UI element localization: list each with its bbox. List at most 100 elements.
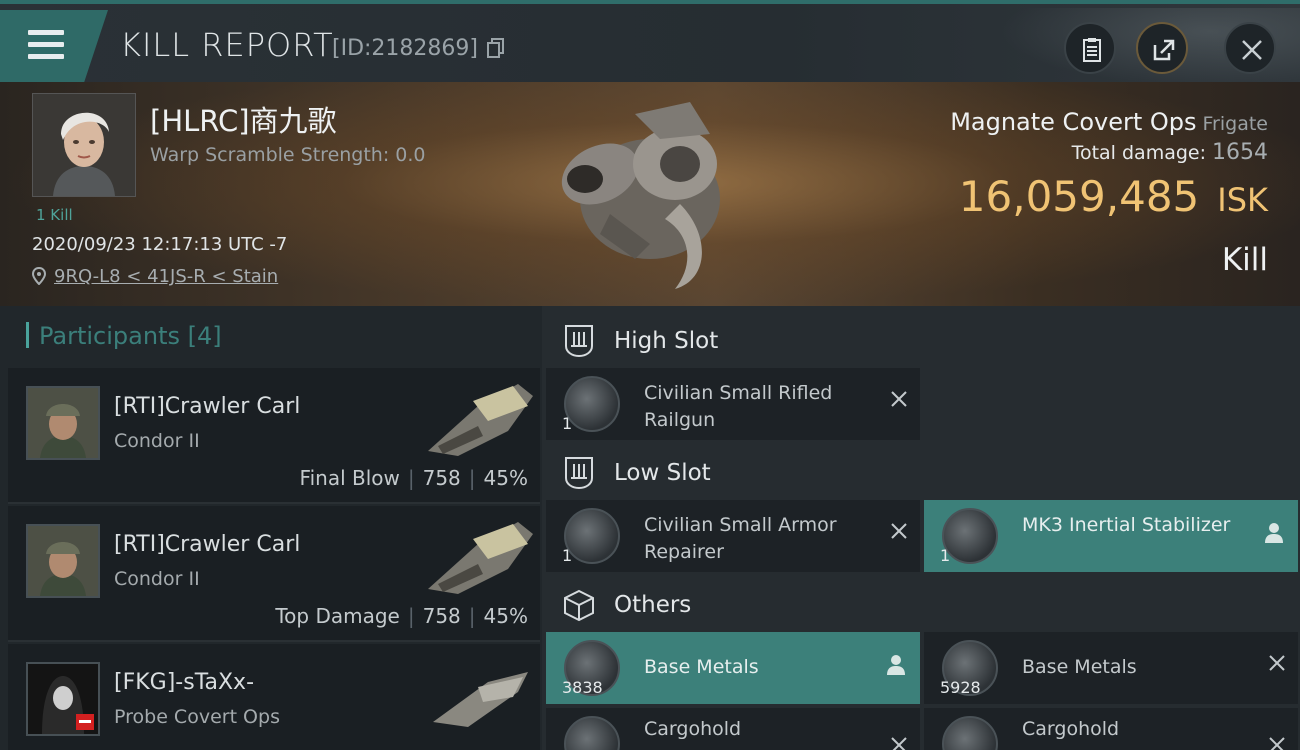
low-slot-icon — [565, 457, 593, 490]
ship-name-text: Magnate Covert Ops — [950, 108, 1197, 136]
isk-value: 16,059,485 ISK — [959, 172, 1268, 221]
participant-damage: 758 — [422, 604, 461, 628]
module-icon — [942, 508, 998, 564]
participant-avatar — [26, 386, 100, 460]
menu-icon — [28, 30, 64, 35]
kill-location-link[interactable]: 9RQ-L8 < 41JS-R < Stain — [32, 266, 278, 287]
destroyed-icon — [891, 523, 907, 539]
dropped-icon — [1265, 523, 1283, 543]
item-quantity: 5928 — [940, 678, 981, 697]
participant-stats: Top Damage | 758 | 45% — [275, 604, 528, 628]
fitting-item[interactable]: 1 Civilian Small Rifled Railgun — [546, 368, 920, 440]
low-slot-header: Low Slot — [542, 442, 1300, 504]
fitting-item[interactable]: Cargohold — [924, 708, 1298, 750]
item-name: Civilian Small Armor Repairer — [644, 514, 837, 563]
victim-name[interactable]: [HLRC]商九歌 — [150, 98, 337, 140]
high-slot-header: High Slot — [542, 310, 1300, 372]
report-id: [ID:2182869] — [332, 36, 478, 61]
kill-datetime: 2020/09/23 12:17:13 UTC -7 — [32, 234, 288, 255]
participant-role: Top Damage — [275, 604, 400, 628]
participant-portrait — [28, 388, 98, 458]
item-name: Base Metals — [644, 656, 759, 678]
location-pin-icon — [32, 267, 46, 285]
share-button[interactable] — [1136, 22, 1188, 74]
victim-avatar[interactable] — [32, 93, 136, 197]
item-quantity: 3838 — [562, 678, 603, 697]
participant-row[interactable]: [RTI]Crawler Carl Condor II Top Damage | 7… — [8, 506, 540, 642]
destroyed-icon — [891, 391, 907, 407]
isk-unit: ISK — [1217, 181, 1268, 219]
clipboard-button[interactable] — [1064, 22, 1116, 74]
menu-icon-bar — [28, 42, 64, 47]
location-text: 9RQ-L8 < 41JS-R < Stain — [54, 266, 279, 287]
cube-icon — [564, 589, 594, 622]
total-damage-label: Total damage: — [1071, 142, 1206, 164]
participant-row[interactable]: [FKG]-sTaXx- Probe Covert Ops — [8, 644, 540, 750]
share-icon — [1153, 39, 1175, 61]
victim-ship-name[interactable]: Magnate Covert Ops Frigate — [950, 108, 1268, 136]
participant-role: Final Blow — [299, 466, 400, 490]
menu-button[interactable] — [0, 10, 108, 82]
stat-separator: | — [407, 604, 415, 628]
copy-icon[interactable] — [487, 38, 505, 58]
participant-ship: Probe Covert Ops — [114, 706, 280, 728]
participants-count: [4] — [187, 322, 222, 350]
total-damage: Total damage: 1654 — [1072, 140, 1268, 165]
others-header: Others — [542, 574, 1300, 636]
item-name: Cargohold — [1022, 718, 1120, 740]
participant-ship-image — [428, 384, 533, 456]
warp-scramble-strength: Warp Scramble Strength: 0.0 — [150, 144, 426, 166]
participant-damage: 758 — [422, 466, 461, 490]
high-slot-label: High Slot — [614, 328, 719, 354]
item-icon — [564, 716, 620, 750]
participants-panel: Participants [4] [RTI]Crawler Carl Condo… — [0, 306, 542, 750]
victim-ship-image[interactable] — [540, 94, 760, 299]
menu-icon-bar — [28, 54, 64, 59]
item-name: Civilian Small Rifled Railgun — [644, 382, 833, 431]
destroyed-icon — [891, 737, 907, 750]
participant-portrait — [28, 664, 98, 734]
isk-amount: 16,059,485 — [958, 172, 1200, 221]
participant-portrait — [28, 526, 98, 596]
total-damage-value: 1654 — [1212, 140, 1268, 165]
participant-name: [RTI]Crawler Carl — [114, 394, 301, 419]
header-accent — [26, 322, 29, 348]
participant-avatar — [26, 524, 100, 598]
victim-portrait — [33, 94, 135, 196]
fitting-panel: High Slot 1 Civilian Small Rifled Railgu… — [542, 306, 1300, 750]
top-bar: KILL REPORT [ID:2182869] — [0, 0, 1300, 86]
participant-percent: 45% — [483, 604, 528, 628]
stat-separator: | — [407, 466, 415, 490]
item-name: Cargohold — [644, 718, 742, 740]
fitting-item[interactable]: 5928 Base Metals — [924, 632, 1298, 704]
close-button[interactable] — [1224, 22, 1276, 74]
fitting-item[interactable]: 3838 Base Metals — [546, 632, 920, 704]
stat-separator: | — [468, 466, 476, 490]
participant-stats: Final Blow | 758 | 45% — [300, 466, 528, 490]
fitting-item[interactable]: Cargohold — [546, 708, 920, 750]
close-icon — [1242, 40, 1262, 60]
participant-row[interactable]: [RTI]Crawler Carl Condor II Final Blow | 7… — [8, 368, 540, 504]
ship-class: Frigate — [1202, 113, 1268, 135]
item-quantity: 1 — [562, 546, 573, 565]
kill-result: Kill — [1221, 242, 1268, 278]
dropped-icon — [887, 655, 905, 675]
participant-ship: Condor II — [114, 430, 200, 452]
fitting-item[interactable]: 1 MK3 Inertial Stabilizer — [924, 500, 1298, 572]
module-icon — [564, 376, 620, 432]
participant-ship-image — [433, 672, 528, 727]
fitting-item[interactable]: 1 Civilian Small Armor Repairer — [546, 500, 920, 572]
others-label: Others — [614, 592, 692, 618]
destroyed-icon — [1269, 737, 1285, 750]
participants-header: Participants [4] — [26, 322, 222, 350]
module-icon — [564, 508, 620, 564]
participant-name: [FKG]-sTaXx- — [114, 670, 255, 695]
high-slot-icon — [565, 325, 593, 358]
participants-label: Participants — [39, 322, 180, 350]
item-name: Base Metals — [1022, 656, 1137, 678]
item-icon — [942, 716, 998, 750]
participant-ship: Condor II — [114, 568, 200, 590]
stat-separator: | — [468, 604, 476, 628]
kill-badge: 1 Kill — [36, 206, 73, 224]
low-slot-label: Low Slot — [614, 460, 711, 486]
